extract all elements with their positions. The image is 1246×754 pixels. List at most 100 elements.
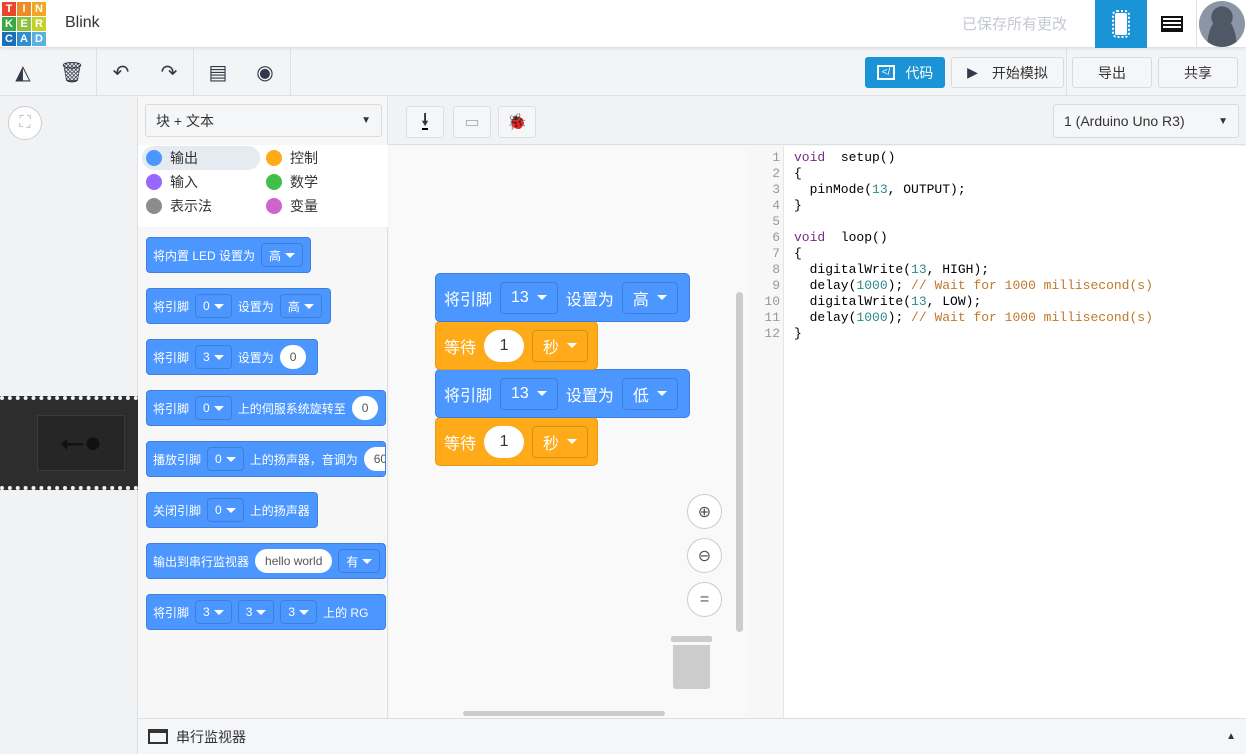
category-0[interactable]: 输出 (142, 146, 260, 170)
download-button[interactable]: 🠗 (406, 106, 444, 138)
line-number: 7 (772, 246, 780, 261)
wait-block[interactable]: 等待 1 秒 (435, 417, 598, 466)
toolbar: ◭ 🗑 ↶ ↷ ▤ ◉ </ 代码 ▶ 开始模拟 导出 共享 (0, 48, 1246, 96)
block-dropdown[interactable]: 0 (207, 498, 244, 522)
block-text: 上的扬声器 (249, 503, 310, 518)
code-line: delay(1000); // Wait for 1000 millisecon… (794, 310, 1153, 326)
block-input[interactable]: 0 (279, 345, 307, 369)
pin-dropdown[interactable]: 13 (500, 377, 558, 410)
library-button[interactable]: ▭ (453, 106, 491, 138)
serial-monitor-bar[interactable]: 串行监视器 ▲ (138, 718, 1246, 754)
unit-dropdown[interactable]: 秒 (532, 329, 589, 362)
start-simulation-button[interactable]: ▶ 开始模拟 (951, 57, 1064, 88)
export-button[interactable]: 导出 (1072, 57, 1152, 88)
state-dropdown[interactable]: 低 (621, 377, 678, 410)
block-dropdown[interactable]: 高 (279, 294, 322, 318)
divider (1066, 48, 1067, 96)
code-token: } (794, 198, 802, 213)
palette-block[interactable]: 将引脚 3 设置为 0 (146, 339, 318, 375)
block-dropdown[interactable]: 0 (207, 447, 244, 471)
code-token: 13 (911, 294, 927, 309)
notes-icon[interactable]: ▤ (203, 58, 233, 86)
unit-dropdown[interactable]: 秒 (532, 425, 589, 458)
block-dropdown[interactable]: 3 (195, 345, 232, 369)
vertical-scrollbar[interactable] (736, 292, 743, 632)
palette-block[interactable]: 将内置 LED 设置为高 (146, 237, 311, 273)
code-line: } (794, 198, 802, 214)
palette-block[interactable]: 将引脚 0 设置为高 (146, 288, 331, 324)
category-4[interactable]: 表示法 (142, 194, 260, 218)
pin-dropdown[interactable]: 13 (500, 281, 558, 314)
caret-down-icon (213, 405, 224, 411)
code-token: { (794, 246, 802, 261)
share-button[interactable]: 共享 (1158, 57, 1238, 88)
tinkercad-logo[interactable]: TIN KER CAD (2, 2, 46, 46)
caret-down-icon: ▼ (361, 115, 371, 126)
palette-block[interactable]: 将引脚 3 3 3 上的 RG (146, 594, 386, 630)
code-token: pinMode( (794, 182, 873, 197)
block-dropdown[interactable]: 有 (338, 549, 381, 573)
chip-icon (1112, 10, 1130, 38)
code-token: loop() (825, 230, 888, 245)
play-icon: ▶ (967, 64, 978, 80)
code-token: 1000 (856, 310, 888, 325)
state-value: 低 (632, 387, 649, 405)
category-color-dot (266, 198, 282, 214)
component-list-button[interactable] (1147, 0, 1197, 48)
debugger-button[interactable]: 🐞 (498, 106, 536, 138)
block-dropdown[interactable]: 0 (195, 294, 232, 318)
horizontal-scrollbar[interactable] (463, 711, 665, 716)
block-input[interactable]: 0 (351, 396, 379, 420)
serial-monitor-icon (148, 729, 168, 744)
block-text: 将引脚 (153, 350, 190, 365)
block-dropdown[interactable]: 3 (237, 600, 275, 624)
block-dropdown[interactable]: 0 (195, 396, 232, 420)
zoom-in-button[interactable]: ⊕ (687, 494, 722, 529)
category-color-dot (146, 174, 162, 190)
palette-block[interactable]: 播放引脚 0 上的扬声器，音调为 60 (146, 441, 386, 477)
duration-input[interactable]: 1 (484, 425, 525, 458)
line-number: 4 (772, 198, 780, 213)
duration-input[interactable]: 1 (484, 329, 525, 362)
block-input[interactable]: hello world (255, 549, 333, 573)
block-text: 关闭引脚 (153, 503, 202, 518)
rotate-icon[interactable]: ◭ (8, 58, 38, 86)
wait-block[interactable]: 等待 1 秒 (435, 321, 598, 370)
zoom-out-button[interactable]: ⊖ (687, 538, 722, 573)
unit-value: 秒 (543, 435, 560, 453)
block-dropdown[interactable]: 高 (261, 243, 304, 267)
code-line: { (794, 246, 802, 262)
dropdown-value: 3 (203, 350, 210, 364)
block-dropdown[interactable]: 3 (280, 600, 318, 624)
project-title[interactable]: Blink (65, 14, 100, 32)
block-text: 设置为 (237, 350, 274, 365)
category-1[interactable]: 控制 (262, 146, 380, 170)
zoom-reset-button[interactable]: = (687, 582, 722, 617)
usb-icon: ⭠● (37, 415, 125, 471)
code-token: // Wait for 1000 millisecond(s) (911, 310, 1153, 325)
state-dropdown[interactable]: 高 (621, 281, 678, 314)
block-dropdown[interactable]: 3 (195, 600, 232, 624)
device-select[interactable]: 1 (Arduino Uno R3) ▼ (1053, 104, 1239, 138)
circuit-view-button[interactable] (1095, 0, 1147, 48)
fit-view-button[interactable]: ⛶ (8, 106, 42, 140)
undo-icon[interactable]: ↶ (106, 58, 136, 86)
category-5[interactable]: 变量 (262, 194, 380, 218)
code-button[interactable]: </ 代码 (865, 57, 945, 88)
redo-icon[interactable]: ↷ (154, 58, 184, 86)
palette-block[interactable]: 关闭引脚 0 上的扬声器 (146, 492, 318, 528)
visibility-eye-icon[interactable]: ◉ (250, 58, 280, 86)
digital-write-block[interactable]: 将引脚 13 设置为高 (435, 273, 690, 322)
trash-icon[interactable] (671, 636, 712, 689)
editor-mode-select[interactable]: 块 + 文本 ▼ (145, 104, 382, 137)
block-input[interactable]: 60 (363, 447, 385, 471)
delete-icon[interactable]: 🗑 (57, 58, 87, 86)
user-avatar[interactable] (1199, 1, 1245, 47)
caret-up-icon[interactable]: ▲ (1226, 731, 1236, 742)
block-label: 等待 (444, 435, 477, 453)
palette-block[interactable]: 将引脚 0 上的伺服系统旋转至 0 (146, 390, 386, 426)
category-2[interactable]: 输入 (142, 170, 260, 194)
palette-block[interactable]: 输出到串行监视器 hello world 有 (146, 543, 386, 579)
category-3[interactable]: 数学 (262, 170, 380, 194)
digital-write-block[interactable]: 将引脚 13 设置为低 (435, 369, 690, 418)
